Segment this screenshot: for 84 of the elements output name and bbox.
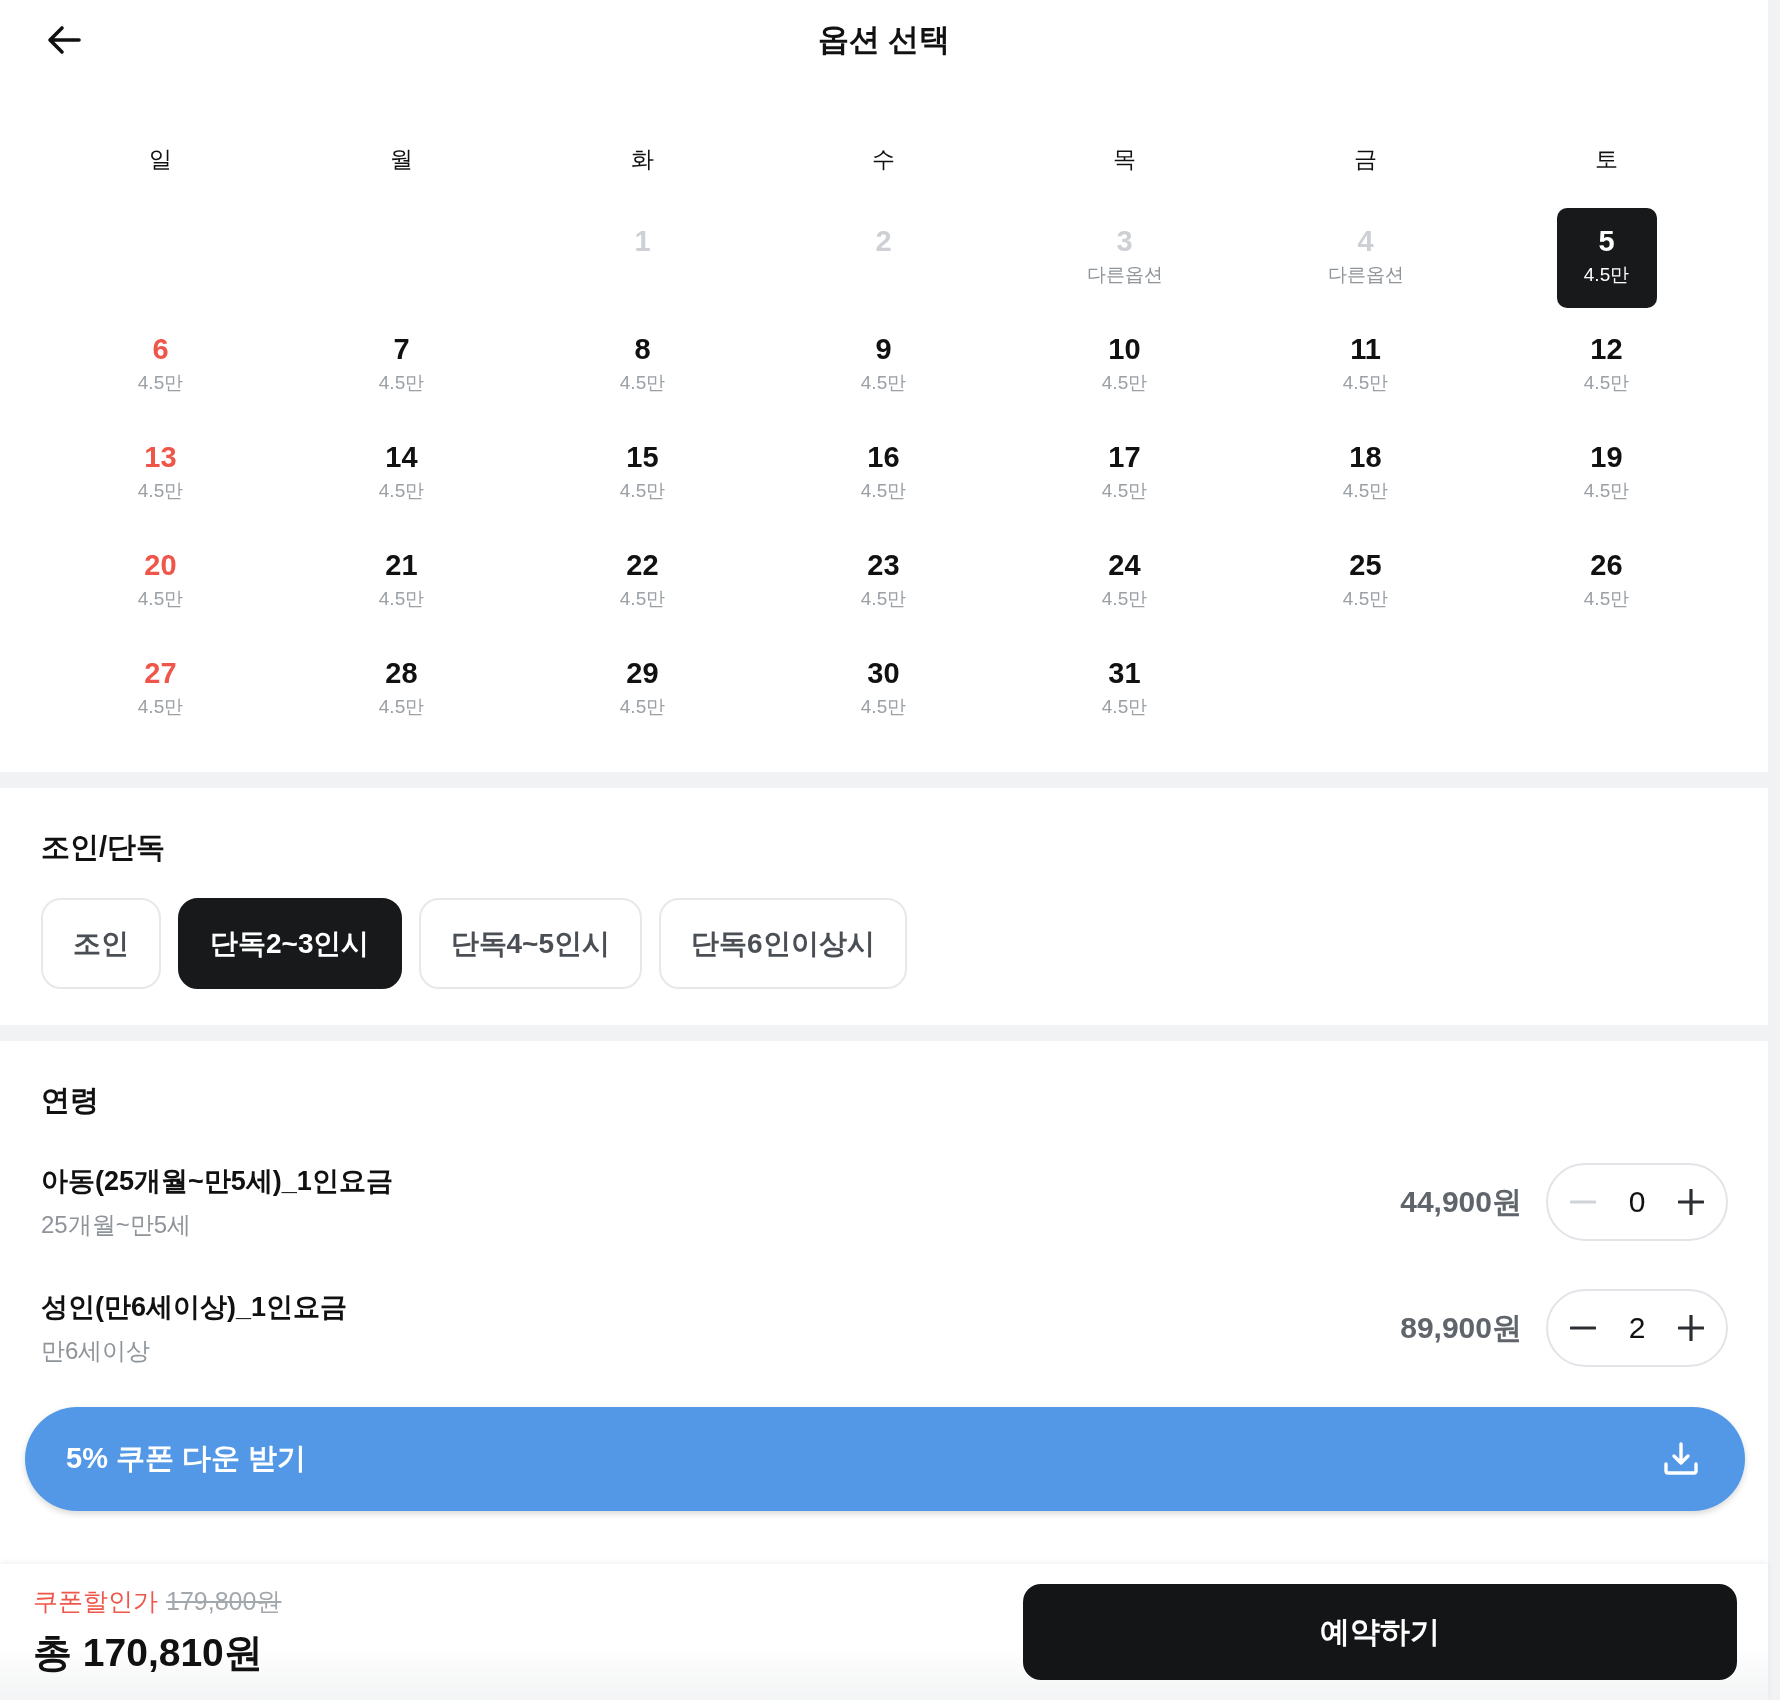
option-chip[interactable]: 단독2~3인시	[178, 898, 402, 989]
weekday-label: 목	[1112, 145, 1137, 174]
age-range: 25개월~만5세	[41, 1210, 193, 1240]
day-price: 4.5만	[1583, 587, 1630, 611]
option-chip[interactable]: 조인	[41, 898, 161, 989]
option-chip[interactable]: 단독4~5인시	[418, 898, 642, 989]
day-price: 4.5만	[1583, 479, 1630, 503]
day-price: 4.5만	[1583, 263, 1630, 287]
quantity-value: 2	[1628, 1311, 1646, 1345]
day-number[interactable]: 29	[626, 656, 659, 690]
day-number[interactable]: 16	[867, 440, 900, 474]
day-price: 4.5만	[1342, 371, 1389, 395]
day-price: 4.5만	[378, 695, 425, 719]
age-range: 만6세이상	[41, 1336, 152, 1366]
fare-price: 89,900원	[1400, 1309, 1522, 1346]
day-number[interactable]: 26	[1590, 548, 1623, 582]
day-number[interactable]: 10	[1108, 332, 1141, 366]
day-number[interactable]: 17	[1108, 440, 1141, 474]
day-number[interactable]: 23	[867, 548, 900, 582]
weekday-label: 월	[389, 145, 414, 174]
day-price: 4.5만	[1101, 479, 1148, 503]
day-price: 4.5만	[378, 371, 425, 395]
day-number[interactable]: 15	[626, 440, 659, 474]
day-price: 4.5만	[619, 587, 666, 611]
weekday-label: 화	[630, 145, 655, 174]
day-price: 4.5만	[137, 695, 184, 719]
day-number[interactable]: 28	[385, 656, 418, 690]
day-price: 4.5만	[1101, 371, 1148, 395]
plus-icon[interactable]	[1678, 1189, 1704, 1215]
day-price: 4.5만	[860, 695, 907, 719]
day-price: 다른옵션	[1086, 263, 1163, 287]
day-price: 4.5만	[860, 371, 907, 395]
day-price: 4.5만	[619, 371, 666, 395]
day-price: 4.5만	[860, 587, 907, 611]
day-number[interactable]: 22	[626, 548, 659, 582]
day-price: 4.5만	[1101, 695, 1148, 719]
day-number[interactable]: 5	[1598, 224, 1615, 258]
day-price: 4.5만	[378, 479, 425, 503]
day-number[interactable]: 9	[875, 332, 892, 366]
page-title: 옵션 선택	[817, 21, 951, 59]
day-number[interactable]: 30	[867, 656, 900, 690]
selected-day[interactable]: 5 4.5만	[1556, 208, 1657, 308]
day-price: 4.5만	[378, 587, 425, 611]
day-number[interactable]: 14	[385, 440, 418, 474]
quantity-value: 0	[1628, 1185, 1646, 1219]
fare-price: 44,900원	[1400, 1183, 1522, 1220]
total-price: 총 170,810원	[33, 1629, 264, 1676]
day-price: 4.5만	[1342, 587, 1389, 611]
day-number[interactable]: 24	[1108, 548, 1141, 582]
day-number[interactable]: 11	[1350, 332, 1381, 366]
day-price: 4.5만	[137, 587, 184, 611]
day-number[interactable]: 7	[393, 332, 410, 366]
weekday-label: 금	[1353, 145, 1378, 174]
download-icon	[1663, 1442, 1699, 1476]
back-arrow-icon[interactable]	[47, 25, 81, 55]
minus-icon[interactable]	[1570, 1326, 1596, 1330]
weekday-label: 일	[148, 145, 173, 174]
fare-name: 아동(25개월~만5세)_1인요금	[41, 1165, 394, 1198]
day-price: 4.5만	[137, 371, 184, 395]
original-price: 179,800원	[166, 1585, 282, 1617]
day-price: 4.5만	[619, 479, 666, 503]
day-number[interactable]: 19	[1590, 440, 1623, 474]
reserve-button[interactable]: 예약하기	[1023, 1584, 1737, 1680]
day-price: 다른옵션	[1327, 263, 1404, 287]
day-price: 4.5만	[860, 479, 907, 503]
section-title: 조인/단독	[41, 830, 167, 865]
plus-icon[interactable]	[1678, 1315, 1704, 1341]
day-price: 4.5만	[1583, 371, 1630, 395]
day-price: 4.5만	[1101, 587, 1148, 611]
day-number[interactable]: 8	[634, 332, 651, 366]
section-title: 연령	[41, 1083, 100, 1118]
weekday-label: 토	[1594, 145, 1619, 174]
option-chip[interactable]: 단독6인이상시	[659, 898, 907, 989]
day-price: 4.5만	[1342, 479, 1389, 503]
day-number[interactable]: 31	[1108, 656, 1141, 690]
day-price: 4.5만	[619, 695, 666, 719]
day-number[interactable]: 25	[1349, 548, 1382, 582]
fare-name: 성인(만6세이상)_1인요금	[41, 1291, 349, 1324]
weekday-label: 수	[871, 145, 896, 174]
day-number[interactable]: 21	[385, 548, 418, 582]
day-number[interactable]: 18	[1349, 440, 1382, 474]
day-number[interactable]: 12	[1590, 332, 1623, 366]
day-price: 4.5만	[137, 479, 184, 503]
discount-label: 쿠폰할인가	[33, 1585, 158, 1617]
